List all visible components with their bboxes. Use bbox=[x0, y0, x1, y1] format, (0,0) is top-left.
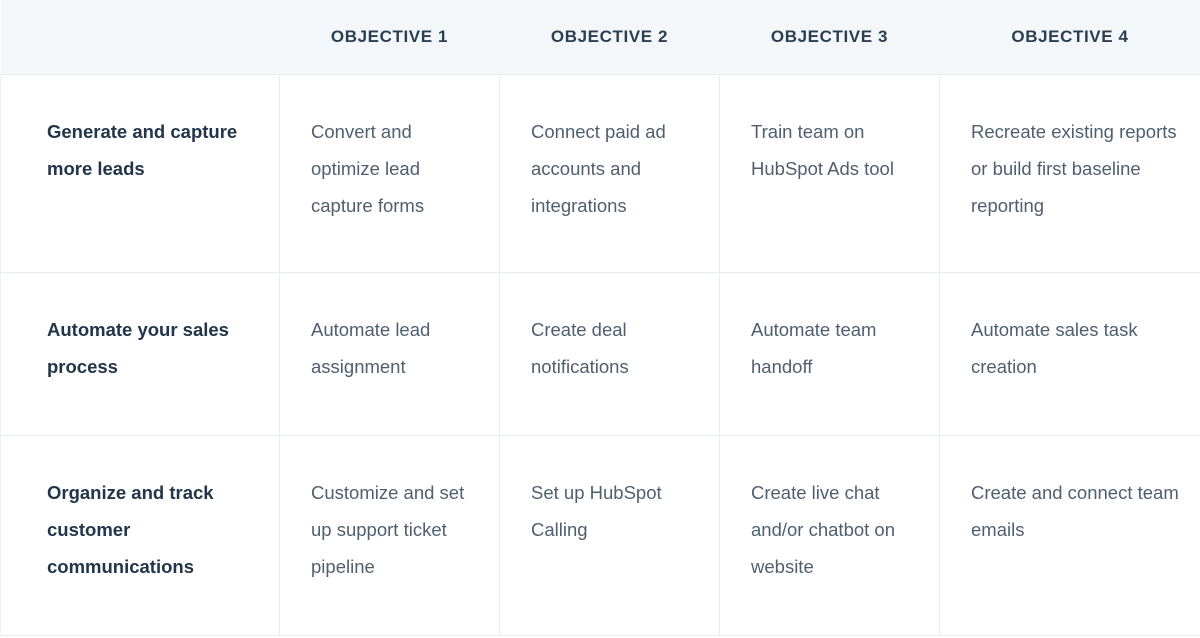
task-cell-row-3-col-2: Set up HubSpot Calling bbox=[499, 435, 720, 636]
task-text: Train team on HubSpot Ads tool bbox=[751, 120, 894, 179]
table-row: Organize and track customer communicatio… bbox=[0, 435, 1200, 636]
task-text: Convert and optimize lead capture forms bbox=[311, 120, 425, 216]
task-cell-row-2-col-1: Automate lead assignment bbox=[279, 272, 500, 436]
task-text: Recreate existing reports or build first… bbox=[971, 120, 1177, 216]
header-corner-cell bbox=[0, 0, 280, 74]
task-cell-row-2-col-3: Automate team handoff bbox=[719, 272, 940, 436]
objectives-table-container: OBJECTIVE 1 OBJECTIVE 2 OBJECTIVE 3 OBJE… bbox=[0, 0, 1200, 638]
task-text: Automate lead assignment bbox=[311, 318, 431, 377]
header-objective-4: OBJECTIVE 4 bbox=[939, 0, 1200, 74]
task-cell-row-3-col-4: Create and connect team emails bbox=[939, 435, 1200, 636]
task-text: Create live chat and/or chatbot on websi… bbox=[751, 481, 895, 577]
task-cell-row-3-col-3: Create live chat and/or chatbot on websi… bbox=[719, 435, 940, 636]
task-text: Create and connect team emails bbox=[971, 481, 1179, 540]
task-cell-row-1-col-1: Convert and optimize lead capture forms bbox=[279, 73, 500, 273]
header-row: OBJECTIVE 1 OBJECTIVE 2 OBJECTIVE 3 OBJE… bbox=[0, 0, 1200, 74]
task-text: Connect paid ad accounts and integration… bbox=[531, 120, 666, 216]
header-objective-3: OBJECTIVE 3 bbox=[719, 0, 940, 74]
task-cell-row-1-col-4: Recreate existing reports or build first… bbox=[939, 73, 1200, 273]
goal-cell-row-2: Automate your sales process bbox=[0, 272, 280, 436]
task-text: Customize and set up support ticket pipe… bbox=[311, 481, 465, 577]
task-cell-row-2-col-4: Automate sales task creation bbox=[939, 272, 1200, 436]
task-text: Create deal notifications bbox=[531, 318, 629, 377]
task-cell-row-1-col-3: Train team on HubSpot Ads tool bbox=[719, 73, 940, 273]
task-cell-row-3-col-1: Customize and set up support ticket pipe… bbox=[279, 435, 500, 636]
table-body: Generate and capture more leads Convert … bbox=[0, 73, 1200, 636]
goal-text: Organize and track customer communicatio… bbox=[47, 481, 214, 577]
goal-cell-row-1: Generate and capture more leads bbox=[0, 73, 280, 273]
goal-cell-row-3: Organize and track customer communicatio… bbox=[0, 435, 280, 636]
task-text: Set up HubSpot Calling bbox=[531, 481, 662, 540]
header-objective-2: OBJECTIVE 2 bbox=[499, 0, 720, 74]
task-cell-row-1-col-2: Connect paid ad accounts and integration… bbox=[499, 73, 720, 273]
task-cell-row-2-col-2: Create deal notifications bbox=[499, 272, 720, 436]
header-objective-1: OBJECTIVE 1 bbox=[279, 0, 500, 74]
goal-text: Automate your sales process bbox=[47, 318, 229, 377]
table-header: OBJECTIVE 1 OBJECTIVE 2 OBJECTIVE 3 OBJE… bbox=[0, 0, 1200, 74]
task-text: Automate sales task creation bbox=[971, 318, 1138, 377]
task-text: Automate team handoff bbox=[751, 318, 877, 377]
table-row: Automate your sales process Automate lea… bbox=[0, 272, 1200, 436]
table-row: Generate and capture more leads Convert … bbox=[0, 73, 1200, 273]
objectives-table: OBJECTIVE 1 OBJECTIVE 2 OBJECTIVE 3 OBJE… bbox=[0, 0, 1200, 636]
goal-text: Generate and capture more leads bbox=[47, 120, 238, 179]
